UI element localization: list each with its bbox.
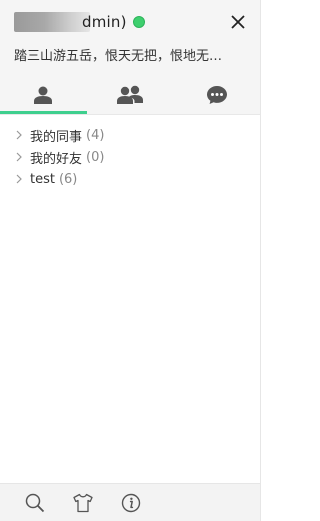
group-count: (4) <box>86 127 105 143</box>
shirt-icon[interactable] <box>72 492 94 514</box>
person-icon <box>34 86 53 104</box>
user-signature[interactable]: 踏三山游五岳，恨天无把，恨地无… <box>14 45 252 64</box>
tab-groups[interactable] <box>87 76 174 114</box>
tab-bar <box>0 76 260 114</box>
chevron-right-icon <box>16 152 22 162</box>
user-name: dmin) <box>82 13 127 31</box>
group-label: 我的同事 <box>30 129 83 145</box>
chevron-right-icon <box>16 130 22 140</box>
chevron-right-icon <box>16 174 22 184</box>
tab-contacts[interactable] <box>0 76 87 114</box>
chat-icon <box>206 86 227 104</box>
close-button[interactable] <box>228 12 248 32</box>
close-icon <box>231 15 245 29</box>
info-icon[interactable] <box>120 492 142 514</box>
group-count: (6) <box>58 171 78 187</box>
group-item[interactable]: test (6) <box>0 168 260 190</box>
group-count: (0) <box>86 149 105 165</box>
contacts-panel: dmin) 踏三山游五岳，恨天无把，恨地无… 我的同事 (4) 我的好友 (0)… <box>0 0 261 521</box>
contact-group-list: 我的同事 (4) 我的好友 (0) test (6) <box>0 114 260 190</box>
group-label: 我的好友 <box>30 151 83 167</box>
group-item[interactable]: 我的好友 (0) <box>0 146 260 168</box>
group-label: test <box>30 171 55 187</box>
profile-header: dmin) 踏三山游五岳，恨天无把，恨地无… <box>0 0 260 114</box>
blurred-name <box>14 12 90 32</box>
bottom-toolbar <box>0 483 260 521</box>
search-icon[interactable] <box>24 492 46 514</box>
online-status-dot <box>132 16 145 28</box>
group-item[interactable]: 我的同事 (4) <box>0 124 260 146</box>
group-icon <box>117 85 143 104</box>
user-name-row: dmin) <box>14 10 145 34</box>
tab-chats[interactable] <box>173 76 260 114</box>
